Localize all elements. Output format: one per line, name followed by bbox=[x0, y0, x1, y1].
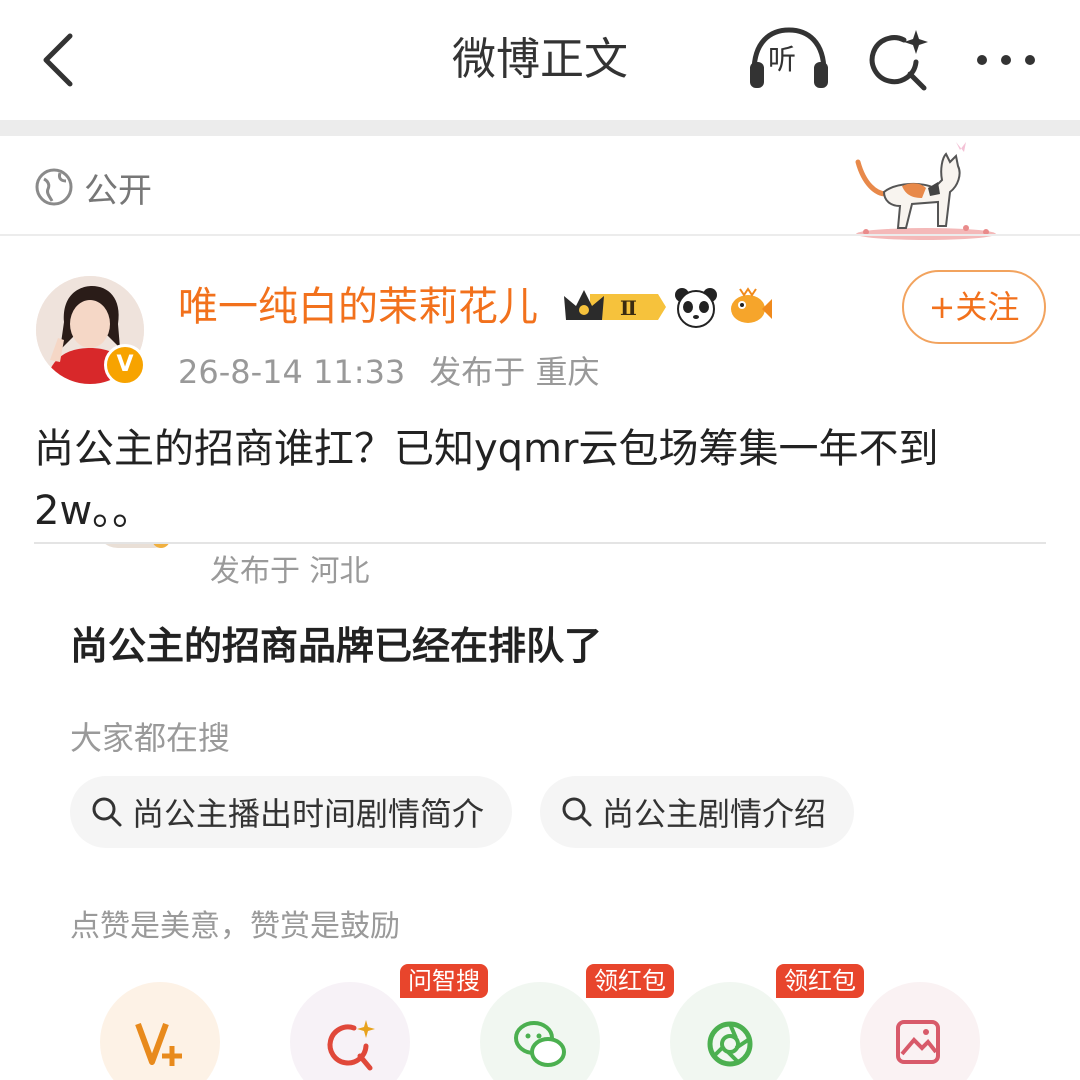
search-chip-label: 尚公主播出时间剧情简介 bbox=[132, 795, 485, 833]
redpack-tag: 领红包 bbox=[586, 964, 674, 998]
verified-badge: V bbox=[104, 344, 146, 386]
search-button[interactable] bbox=[864, 26, 934, 94]
visibility-row: 公开 bbox=[34, 160, 152, 214]
embedded-image[interactable]: 发布于 河北 尚公主的招商品牌已经在排队了 大家都在搜 尚公主播出时间剧情简介 … bbox=[34, 544, 1046, 1080]
ai-search-button[interactable] bbox=[290, 982, 410, 1080]
post-meta: 26-8-14 11:33 发布于 重庆 bbox=[178, 350, 599, 394]
wechat-share-button[interactable] bbox=[480, 982, 600, 1080]
top-bar: 微博正文 听 bbox=[0, 0, 1080, 120]
search-chip[interactable]: 尚公主剧情介绍 bbox=[540, 776, 855, 848]
image-save-icon bbox=[896, 1020, 940, 1064]
search-chip-label: 尚公主剧情介绍 bbox=[602, 795, 827, 833]
globe-icon bbox=[35, 168, 73, 206]
share-actions: 问智搜 领红包 领红包 bbox=[100, 964, 1000, 1080]
post-text: 尚公主的招商谁扛？已知yqmr云包场筹集一年不到2w。。 bbox=[34, 426, 939, 534]
author-name[interactable]: 唯一纯白的茉莉花儿 bbox=[178, 280, 538, 334]
listen-label: 听 bbox=[768, 43, 797, 76]
embedded-location: 发布于 河北 bbox=[210, 554, 370, 589]
trending-search-label: 大家都在搜 bbox=[70, 719, 231, 757]
divider bbox=[0, 234, 1080, 236]
wechat-icon bbox=[514, 1021, 566, 1067]
visibility-label: 公开 bbox=[84, 170, 152, 211]
post-time: 26-8-14 11:33 bbox=[178, 353, 406, 391]
follow-button[interactable]: +关注 bbox=[902, 270, 1046, 344]
embedded-title: 尚公主的招商品牌已经在排队了 bbox=[70, 624, 603, 668]
vplus-icon bbox=[135, 1022, 182, 1066]
ai-search-icon bbox=[327, 1020, 375, 1071]
save-image-button[interactable] bbox=[860, 982, 980, 1080]
cat-decoration-icon bbox=[855, 142, 996, 240]
reward-hint: 点赞是美意，赞赏是鼓励 bbox=[70, 909, 400, 944]
more-icon bbox=[977, 55, 1035, 65]
author-badges: Ⅱ bbox=[562, 284, 772, 330]
search-icon bbox=[92, 797, 122, 827]
search-sparkle-icon bbox=[869, 30, 928, 91]
listen-button[interactable]: 听 bbox=[746, 26, 832, 94]
crown-icon[interactable]: Ⅱ bbox=[562, 286, 666, 328]
vplus-button[interactable] bbox=[100, 982, 220, 1080]
moments-icon bbox=[707, 1021, 753, 1067]
level-badge-text: Ⅱ bbox=[620, 296, 637, 320]
search-chip[interactable]: 尚公主播出时间剧情简介 bbox=[70, 776, 513, 848]
fish-icon[interactable] bbox=[726, 285, 772, 329]
ai-search-tag: 问智搜 bbox=[400, 964, 488, 998]
more-button[interactable] bbox=[966, 26, 1046, 94]
section-divider bbox=[0, 120, 1080, 136]
search-icon bbox=[562, 797, 592, 827]
redpack-tag: 领红包 bbox=[776, 964, 864, 998]
post-location: 发布于 重庆 bbox=[429, 353, 600, 391]
panda-icon[interactable] bbox=[674, 285, 718, 329]
moments-share-button[interactable] bbox=[670, 982, 790, 1080]
